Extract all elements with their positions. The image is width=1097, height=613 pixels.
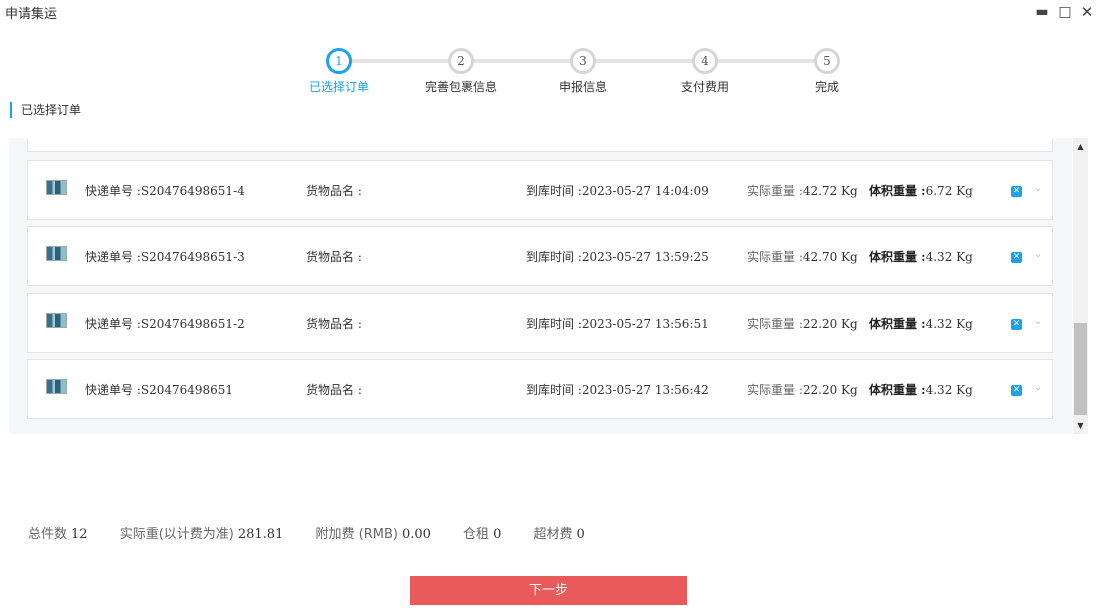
- chevron-down-icon[interactable]: ⌄: [1034, 316, 1042, 327]
- list-item[interactable]: 快递单号 :S20476498651-4 货物品名 : 到库时间 :2023-0…: [27, 160, 1053, 220]
- weight-label: 实际重量 :: [747, 383, 803, 397]
- surcharge-total: 附加费 (RMB) 0.00: [315, 527, 431, 542]
- list-item[interactable]: [27, 138, 1053, 152]
- step-2: 2 完善包裹信息: [401, 48, 521, 95]
- tracking-number: S20476498651-2: [140, 317, 245, 331]
- weight-label: 实际重量 :: [747, 184, 803, 198]
- package-image-icon: [46, 246, 67, 261]
- chevron-down-icon[interactable]: ⌄: [1034, 382, 1042, 393]
- package-image-icon: [46, 180, 67, 195]
- step-label: 支付费用: [680, 80, 729, 94]
- arrival-time: 2023-05-27 14:04:09: [581, 184, 709, 198]
- package-image-icon: [46, 313, 67, 328]
- progress-steps: 1 已选择订单 2 完善包裹信息 3 申报信息 4 支付费用 5 完成: [0, 48, 1097, 98]
- step-number: 5: [814, 48, 840, 74]
- arrival-label: 到库时间 :: [526, 383, 582, 397]
- tracking-label: 快递单号 :: [85, 250, 141, 264]
- step-label: 完善包裹信息: [424, 80, 497, 94]
- chevron-down-icon[interactable]: ⌄: [1034, 249, 1042, 260]
- goods-label: 货物品名 :: [306, 317, 362, 331]
- total-count: 总件数 12: [28, 527, 88, 542]
- arrival-label: 到库时间 :: [526, 317, 582, 331]
- volume-label: 体积重量 :: [869, 317, 926, 331]
- scrollbar-thumb[interactable]: [1074, 323, 1087, 415]
- volume-label: 体积重量 :: [869, 383, 926, 397]
- volume-weight: 4.32 Kg: [925, 250, 973, 264]
- weight-label: 实际重量 :: [747, 317, 803, 331]
- tracking-label: 快递单号 :: [85, 317, 141, 331]
- tracking-label: 快递单号 :: [85, 184, 141, 198]
- step-1: 1 已选择订单: [279, 48, 399, 95]
- actual-weight: 42.72 Kg: [802, 184, 858, 198]
- scroll-up-icon[interactable]: ▲: [1073, 142, 1088, 151]
- package-image-icon: [46, 379, 67, 394]
- remove-icon[interactable]: ✕: [1011, 186, 1022, 197]
- arrival-time: 2023-05-27 13:56:42: [581, 383, 709, 397]
- remove-icon[interactable]: ✕: [1011, 319, 1022, 330]
- tracking-number: S20476498651: [140, 383, 234, 397]
- goods-label: 货物品名 :: [306, 250, 362, 264]
- arrival-time: 2023-05-27 13:59:25: [581, 250, 709, 264]
- volume-weight: 4.32 Kg: [925, 383, 973, 397]
- minimize-icon[interactable]: ▬: [1034, 4, 1050, 20]
- tracking-number: S20476498651-3: [140, 250, 245, 264]
- step-number: 4: [692, 48, 718, 74]
- weight-label: 实际重量 :: [747, 250, 803, 264]
- volume-weight: 6.72 Kg: [925, 184, 973, 198]
- oversize-fee: 超材费 0: [533, 527, 585, 542]
- chevron-down-icon[interactable]: ⌄: [1034, 183, 1042, 194]
- title-bar: 申请集运 ▬ □ ✕: [0, 0, 1097, 26]
- actual-weight: 22.20 Kg: [802, 317, 858, 331]
- list-item[interactable]: 快递单号 :S20476498651-3 货物品名 : 到库时间 :2023-0…: [27, 226, 1053, 286]
- step-4: 4 支付费用: [645, 48, 765, 95]
- tracking-number: S20476498651-4: [140, 184, 245, 198]
- maximize-icon[interactable]: □: [1057, 4, 1073, 20]
- remove-icon[interactable]: ✕: [1011, 385, 1022, 396]
- actual-weight: 42.70 Kg: [802, 250, 858, 264]
- step-label: 完成: [814, 80, 839, 94]
- arrival-label: 到库时间 :: [526, 250, 582, 264]
- tracking-label: 快递单号 :: [85, 383, 141, 397]
- arrival-label: 到库时间 :: [526, 184, 582, 198]
- storage-fee: 仓租 0: [463, 527, 502, 542]
- remove-icon[interactable]: ✕: [1011, 252, 1022, 263]
- step-3: 3 申报信息: [523, 48, 643, 95]
- list-item[interactable]: 快递单号 :S20476498651-2 货物品名 : 到库时间 :2023-0…: [27, 293, 1053, 353]
- step-number: 2: [448, 48, 474, 74]
- volume-weight: 4.32 Kg: [925, 317, 973, 331]
- step-label: 已选择订单: [308, 80, 369, 94]
- step-5: 5 完成: [767, 48, 887, 95]
- list-scrollbar[interactable]: ▲ ▼: [1073, 138, 1088, 434]
- actual-weight-total: 实际重(以计费为准) 281.81: [119, 527, 284, 542]
- volume-label: 体积重量 :: [869, 250, 926, 264]
- volume-label: 体积重量 :: [869, 184, 926, 198]
- step-number: 3: [570, 48, 596, 74]
- actual-weight: 22.20 Kg: [802, 383, 858, 397]
- goods-label: 货物品名 :: [306, 184, 362, 198]
- close-icon[interactable]: ✕: [1079, 4, 1095, 20]
- summary-bar: 总件数 12 实际重(以计费为准) 281.81 附加费 (RMB) 0.00 仓租 0…: [28, 523, 613, 542]
- window-title: 申请集运: [5, 7, 58, 22]
- step-label: 申报信息: [558, 80, 607, 94]
- section-title: 已选择订单: [10, 102, 81, 118]
- step-number: 1: [326, 48, 352, 74]
- next-step-button[interactable]: 下一步: [410, 576, 687, 605]
- arrival-time: 2023-05-27 13:56:51: [581, 317, 709, 331]
- list-item[interactable]: 快递单号 :S20476498651 货物品名 : 到库时间 :2023-05-…: [27, 359, 1053, 419]
- scroll-down-icon[interactable]: ▼: [1073, 421, 1088, 430]
- goods-label: 货物品名 :: [306, 383, 362, 397]
- order-list[interactable]: 快递单号 :S20476498651-4 货物品名 : 到库时间 :2023-0…: [9, 138, 1072, 434]
